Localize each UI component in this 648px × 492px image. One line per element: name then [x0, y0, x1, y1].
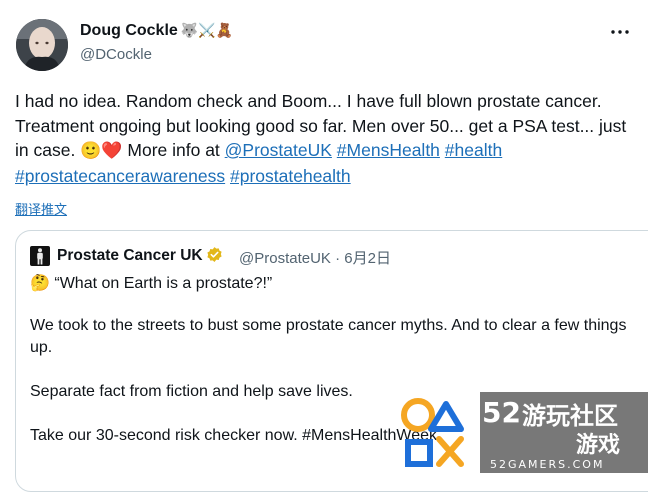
quoted-handle-date: @ProstateUK · 6月2日 [239, 250, 391, 267]
author-handle[interactable]: @DCockle [80, 46, 152, 63]
tweet-text: I had no idea. Random check and Boom... … [15, 89, 635, 188]
translate-tweet-link[interactable]: 翻译推文 [15, 199, 67, 218]
mention-link[interactable]: @ProstateUK [225, 140, 332, 160]
author-avatar[interactable] [16, 19, 68, 71]
thinking-face-emoji: 🤔 [30, 275, 50, 292]
quoted-paragraph: Separate fact from fiction and help save… [30, 383, 353, 400]
hashtag-link[interactable]: #MensHealth [337, 140, 440, 160]
hashtag-link[interactable]: #prostatecancerawareness [15, 166, 225, 186]
tweet-text-segment: More info at [122, 140, 225, 160]
quoted-paragraph: We took to the streets to bust some pros… [30, 317, 627, 356]
avatar-photo [16, 19, 68, 71]
quoted-paragraph: Take our 30-second risk checker now. #Me… [30, 427, 438, 444]
more-dots-icon[interactable] [606, 18, 634, 46]
quoted-name-row: Prostate Cancer UK [57, 246, 223, 265]
quoted-body: We took to the streets to bust some pros… [30, 315, 640, 469]
quoted-author-name[interactable]: Prostate Cancer UK [57, 247, 203, 264]
quoted-account-logo[interactable] [30, 246, 50, 266]
author-name[interactable]: Doug Cockle [80, 22, 178, 39]
quoted-tweet-card[interactable]: Prostate Cancer UK @ProstateUK · 6月2日 🤔 … [15, 230, 648, 492]
author-name-emojis: 🐺⚔️🧸 [180, 22, 234, 38]
author-name-row[interactable]: Doug Cockle 🐺⚔️🧸 [80, 22, 233, 40]
hashtag-link[interactable]: #health [445, 140, 502, 160]
quoted-first-line-text: “What on Earth is a prostate?!” [54, 275, 273, 292]
quoted-first-line: 🤔 “What on Earth is a prostate?!” [30, 273, 272, 295]
verified-badge-icon [206, 247, 222, 262]
emoji-text: 🙂❤️ [80, 141, 123, 160]
hashtag-link[interactable]: #prostatehealth [230, 166, 351, 186]
